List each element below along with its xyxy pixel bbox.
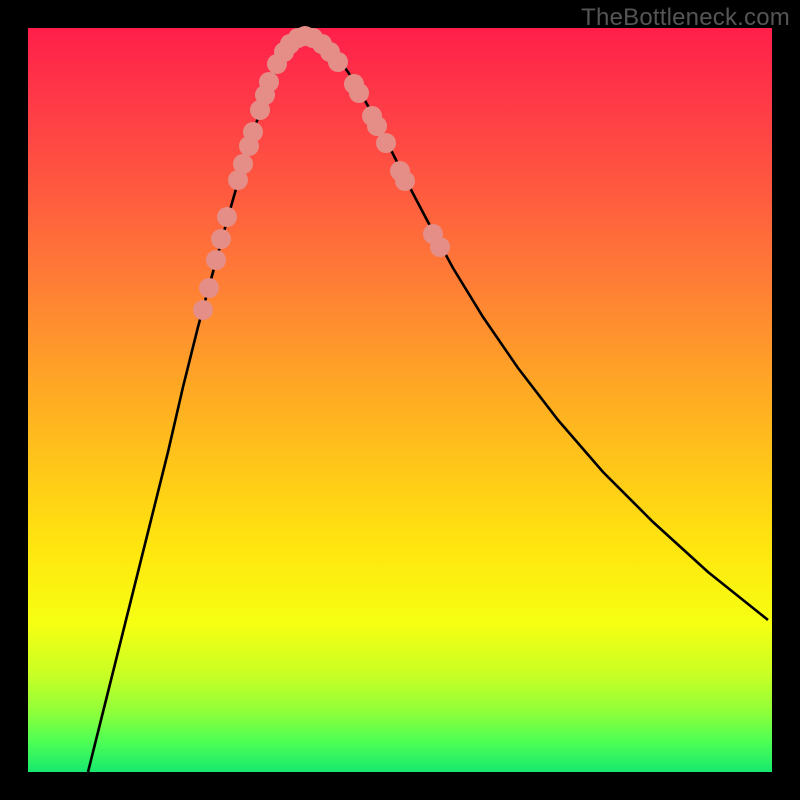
chart-plot-area <box>28 28 772 772</box>
highlight-dot <box>430 237 450 257</box>
highlight-dots-group <box>193 26 450 320</box>
highlight-dot <box>211 229 231 249</box>
chart-svg <box>28 28 772 772</box>
highlight-dot <box>328 52 348 72</box>
highlight-dot <box>259 72 279 92</box>
highlight-dot <box>193 300 213 320</box>
highlight-dot <box>217 207 237 227</box>
highlight-dot <box>395 171 415 191</box>
highlight-dot <box>349 83 369 103</box>
highlight-dot <box>199 278 219 298</box>
chart-frame: TheBottleneck.com <box>0 0 800 800</box>
highlight-dot <box>367 116 387 136</box>
highlight-dot <box>233 154 253 174</box>
highlight-dot <box>206 250 226 270</box>
watermark-text: TheBottleneck.com <box>581 4 790 32</box>
highlight-dot <box>376 133 396 153</box>
highlight-dot <box>243 122 263 142</box>
v-curve-path <box>88 34 768 772</box>
